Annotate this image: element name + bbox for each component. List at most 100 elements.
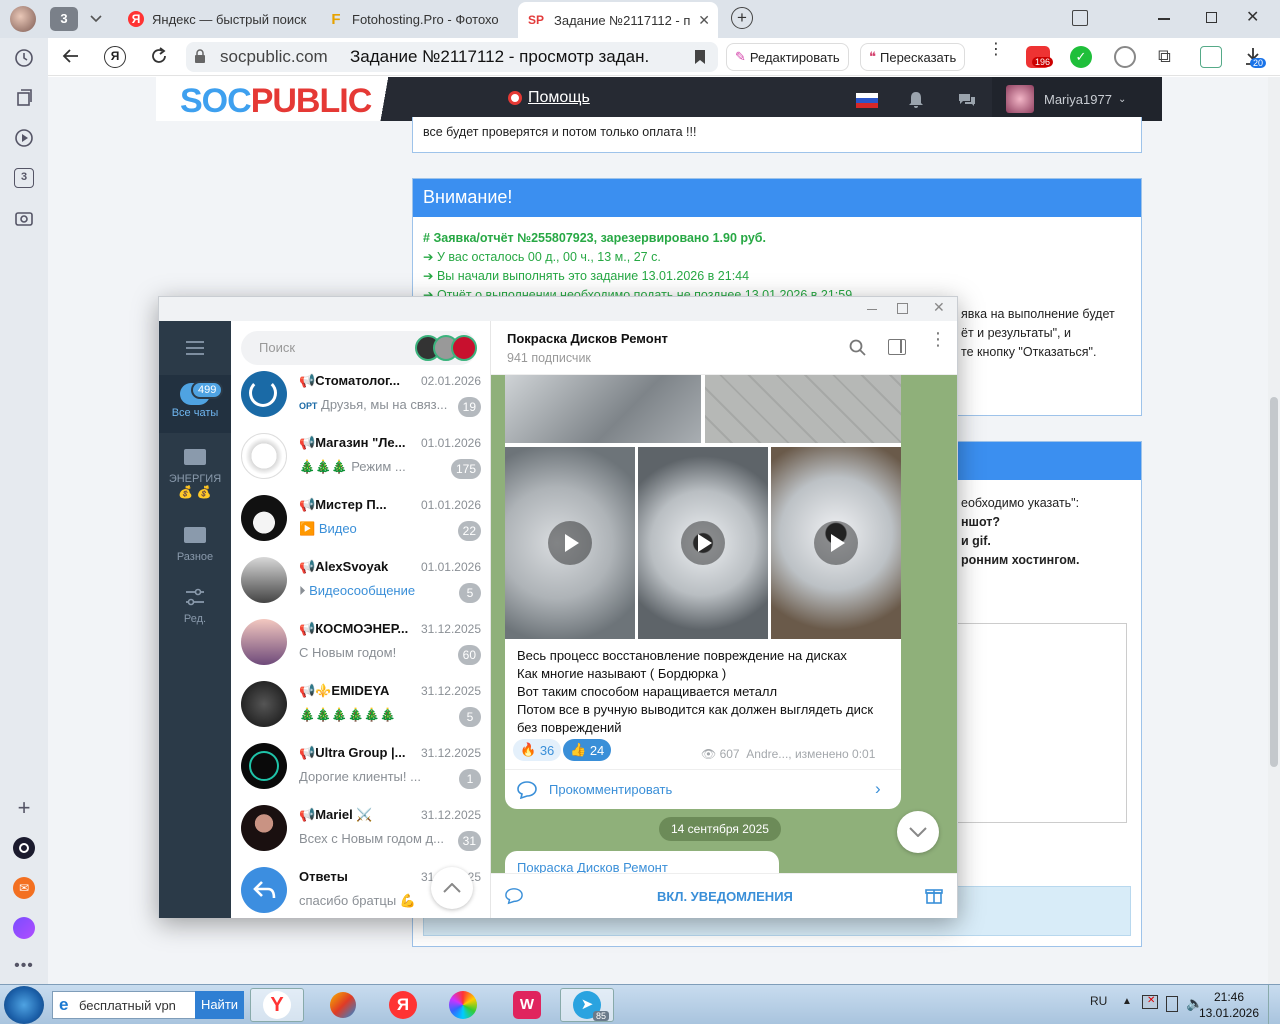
taskbar-search-button[interactable]: Найти: [195, 991, 244, 1019]
url-field[interactable]: socpublic.com Задание №2117112 - просмот…: [186, 42, 718, 72]
site-logo[interactable]: SOCPUBLIC: [180, 82, 372, 121]
tg-close-button[interactable]: ✕: [933, 299, 945, 316]
post-photo[interactable]: [705, 375, 901, 443]
back-arrow-icon[interactable]: [62, 47, 80, 65]
tg-maximize-button[interactable]: [897, 303, 908, 314]
tray-expand-icon[interactable]: ▲: [1122, 996, 1132, 1007]
window-close-button[interactable]: ✕: [1246, 7, 1259, 27]
tabs-count-icon[interactable]: 3: [12, 166, 36, 190]
tg-minimize-button[interactable]: [867, 309, 877, 310]
post-video[interactable]: [505, 447, 635, 639]
folder-icon: [184, 449, 206, 465]
post-video[interactable]: [638, 447, 768, 639]
alice-assistant-icon[interactable]: [12, 836, 36, 860]
chat-row[interactable]: 📢Мистер П... 01.01.2026 ▶️ Видео 22: [231, 489, 490, 551]
new-tab-button[interactable]: +: [731, 7, 753, 29]
minimize-button[interactable]: [1158, 18, 1170, 20]
help-link[interactable]: Помощь: [508, 89, 590, 107]
chat-row[interactable]: 📢Mariel ⚔️ 31.12.2025 Всех с Новым годом…: [231, 799, 490, 861]
bookmark-icon[interactable]: [694, 49, 706, 65]
folder-edit[interactable]: Ред.: [159, 587, 231, 625]
checkmark-extension-icon[interactable]: ✓: [1070, 46, 1092, 68]
wb-taskbar-icon[interactable]: W: [500, 988, 554, 1022]
russian-flag-icon[interactable]: [856, 93, 878, 108]
mail-extension-icon[interactable]: 196: [1026, 46, 1054, 68]
folder-all-chats[interactable]: Все чаты 499: [159, 375, 231, 433]
chat-row[interactable]: 📢КОСМОЭНЕР... 31.12.2025 С Новым годом! …: [231, 613, 490, 675]
play-icon: [681, 521, 725, 565]
translate-extension-icon[interactable]: [1200, 46, 1222, 68]
tab-socpublic[interactable]: SP Задание №2117112 - п ✕: [518, 2, 718, 38]
start-button[interactable]: [4, 986, 44, 1024]
folder-energy[interactable]: ЭНЕРГИЯ 💰 💰: [159, 445, 231, 499]
comment-button[interactable]: Прокомментировать ›: [505, 769, 901, 809]
bell-icon[interactable]: [908, 91, 924, 109]
chat-bubbles-icon[interactable]: [958, 92, 976, 108]
color-wheel-taskbar-icon[interactable]: [436, 988, 490, 1022]
scroll-down-button[interactable]: [897, 811, 939, 853]
chat-row[interactable]: 📢Стоматолог... 02.01.2026 ОРТ Друзья, мы…: [231, 365, 490, 427]
history-clock-icon[interactable]: [12, 46, 36, 70]
folder-misc[interactable]: Разное: [159, 523, 231, 563]
profile-avatar[interactable]: [10, 6, 36, 32]
video-play-icon[interactable]: [12, 126, 36, 150]
more-vertical-icon[interactable]: ⋮: [929, 330, 947, 348]
reaction-thumbs-up[interactable]: 👍 24: [563, 739, 612, 761]
search-icon[interactable]: [849, 339, 867, 357]
alisa-purple-icon[interactable]: [12, 916, 36, 940]
add-plus-icon[interactable]: +: [12, 795, 36, 820]
story-avatar-3[interactable]: [451, 335, 477, 361]
discussion-icon[interactable]: [505, 887, 523, 905]
tab-counter-button[interactable]: 3: [50, 7, 78, 31]
yandex-taskbar-icon[interactable]: Я: [376, 988, 430, 1022]
mail-icon[interactable]: ✉: [12, 876, 36, 900]
menu-dots-icon[interactable]: ⋮: [988, 42, 1004, 58]
edit-button[interactable]: ✎ Редактировать: [726, 43, 849, 71]
screenshot-camera-icon[interactable]: [12, 206, 36, 230]
comment-label: Прокомментировать: [549, 782, 673, 797]
tg-search-input[interactable]: Поиск: [241, 331, 477, 365]
post-video[interactable]: [771, 447, 901, 639]
yandex-browser-taskbar-icon[interactable]: Y: [250, 988, 304, 1022]
channel-header: Покраска Дисков Ремонт 941 подписчик ⋮: [491, 321, 957, 375]
downloads-icon[interactable]: 20: [1244, 46, 1267, 68]
tab-yandex[interactable]: Я Яндекс — быстрый поиск: [120, 5, 310, 33]
chevron-down-icon[interactable]: [84, 8, 108, 30]
chat-row[interactable]: 📢Магазин "Ле... 01.01.2026 🎄🎄🎄 Режим ...…: [231, 427, 490, 489]
notifications-toggle-button[interactable]: ВКЛ. УВЕДОМЛЕНИЯ: [657, 889, 793, 904]
channel-name[interactable]: Покраска Дисков Ремонт: [507, 331, 668, 346]
close-icon[interactable]: ✕: [698, 12, 710, 29]
report-textarea[interactable]: [953, 623, 1127, 823]
scrollbar-thumb[interactable]: [1270, 397, 1278, 767]
bird-app-taskbar-icon[interactable]: [316, 988, 370, 1022]
scroll-up-button[interactable]: [431, 867, 473, 909]
reload-icon[interactable]: [150, 47, 168, 65]
chat-row[interactable]: 📢Ultra Group |... 31.12.2025 Дорогие кли…: [231, 737, 490, 799]
ai-extension-icon[interactable]: [1114, 46, 1136, 68]
restore-button[interactable]: [1206, 12, 1217, 23]
page-scrollbar[interactable]: [1268, 77, 1280, 984]
tab-fotohosting[interactable]: F Fotohosting.Pro - Фотохо: [320, 5, 510, 33]
battery-icon[interactable]: [1166, 996, 1178, 1012]
next-post-preview[interactable]: Покраска Дисков Ремонт: [505, 851, 779, 873]
chat-row[interactable]: 📢⚜️EMIDEYA 31.12.2025 🎄🎄🎄🎄🎄🎄 5: [231, 675, 490, 737]
post-photo[interactable]: [505, 375, 701, 443]
telegram-taskbar-icon[interactable]: ➤ 85: [560, 988, 614, 1022]
taskbar-search-input[interactable]: [79, 995, 191, 1015]
hamburger-menu-icon[interactable]: [185, 341, 205, 355]
user-menu[interactable]: Mariya1977 ⌄: [992, 77, 1162, 121]
chat-row[interactable]: 📢AlexSvoyak 01.01.2026 ⏵ Видеосообщение …: [231, 551, 490, 613]
tab-collections-icon[interactable]: [1072, 10, 1088, 26]
sidebar-toggle-icon[interactable]: [888, 339, 906, 355]
more-dots-icon[interactable]: •••: [12, 954, 36, 978]
retell-button[interactable]: ❝ Пересказать: [860, 43, 966, 71]
network-icon[interactable]: ✕: [1142, 995, 1158, 1009]
language-indicator[interactable]: RU: [1090, 994, 1107, 1008]
yandex-logo-icon[interactable]: Я: [104, 46, 126, 68]
reaction-fire[interactable]: 🔥 36: [513, 739, 562, 761]
gift-icon[interactable]: [925, 886, 943, 904]
collections-icon[interactable]: [12, 86, 36, 110]
show-desktop-button[interactable]: [1268, 985, 1280, 1024]
clock[interactable]: 21:46 13.01.2026: [1198, 989, 1260, 1021]
extensions-puzzle-icon[interactable]: ⧉: [1158, 46, 1178, 66]
